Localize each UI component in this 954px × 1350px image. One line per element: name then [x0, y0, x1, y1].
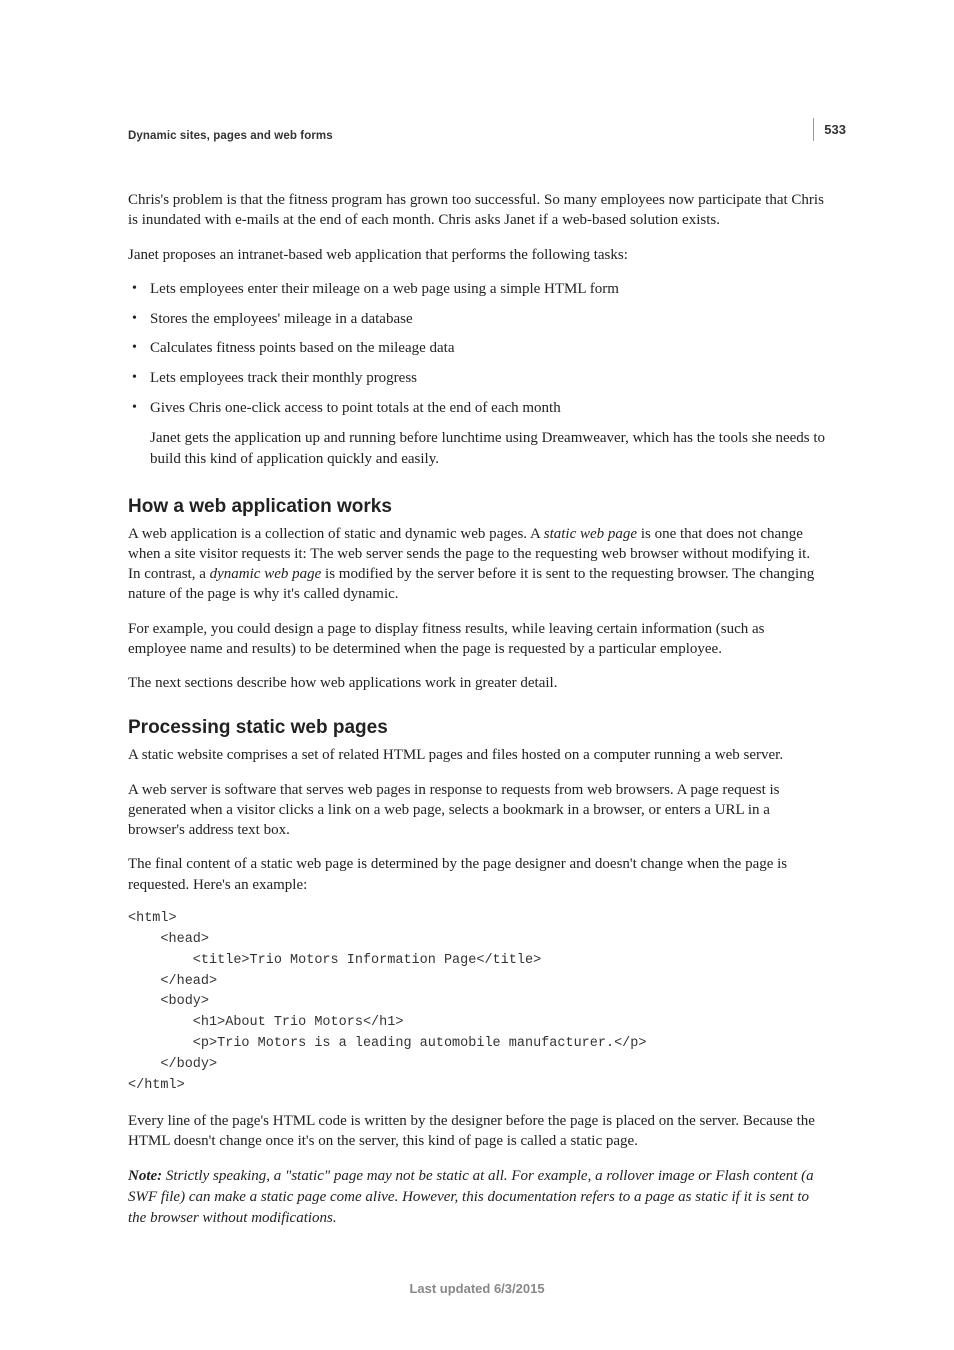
section1-paragraph-3: The next sections describe how web appli…	[128, 673, 826, 693]
footer-last-updated: Last updated 6/3/2015	[0, 1281, 954, 1296]
running-head: Dynamic sites, pages and web forms	[128, 130, 826, 142]
list-item: Lets employees enter their mileage on a …	[128, 279, 826, 301]
code-block: <html> <head> <title>Trio Motors Informa…	[128, 909, 826, 1097]
section1-paragraph-2: For example, you could design a page to …	[128, 619, 826, 660]
note-paragraph: Note: Strictly speaking, a "static" page…	[128, 1166, 826, 1229]
section-heading-how-works: How a web application works	[128, 496, 826, 518]
note-label: Note:	[128, 1168, 166, 1184]
term-dynamic-web-page: dynamic web page	[210, 566, 322, 582]
section2-paragraph-3: The final content of a static web page i…	[128, 854, 826, 895]
list-item: Stores the employees' mileage in a datab…	[128, 309, 826, 331]
task-list: Lets employees enter their mileage on a …	[128, 279, 826, 420]
section1-paragraph-1: A web application is a collection of sta…	[128, 524, 826, 605]
after-list-paragraph: Janet gets the application up and runnin…	[150, 428, 826, 470]
list-item: Calculates fitness points based on the m…	[128, 338, 826, 360]
text-run: A web application is a collection of sta…	[128, 526, 544, 542]
term-static-web-page: static web page	[544, 526, 637, 542]
intro-paragraph-1: Chris's problem is that the fitness prog…	[128, 190, 826, 231]
section2-paragraph-2: A web server is software that serves web…	[128, 780, 826, 841]
section-heading-static-pages: Processing static web pages	[128, 717, 826, 739]
note-body: Strictly speaking, a "static" page may n…	[128, 1168, 814, 1226]
page: 533 Dynamic sites, pages and web forms C…	[0, 0, 954, 1350]
section2-paragraph-4: Every line of the page's HTML code is wr…	[128, 1111, 826, 1152]
intro-paragraph-2: Janet proposes an intranet-based web app…	[128, 245, 826, 265]
section2-paragraph-1: A static website comprises a set of rela…	[128, 745, 826, 765]
list-item: Lets employees track their monthly progr…	[128, 368, 826, 390]
list-item: Gives Chris one-click access to point to…	[128, 398, 826, 420]
page-number: 533	[813, 118, 846, 141]
